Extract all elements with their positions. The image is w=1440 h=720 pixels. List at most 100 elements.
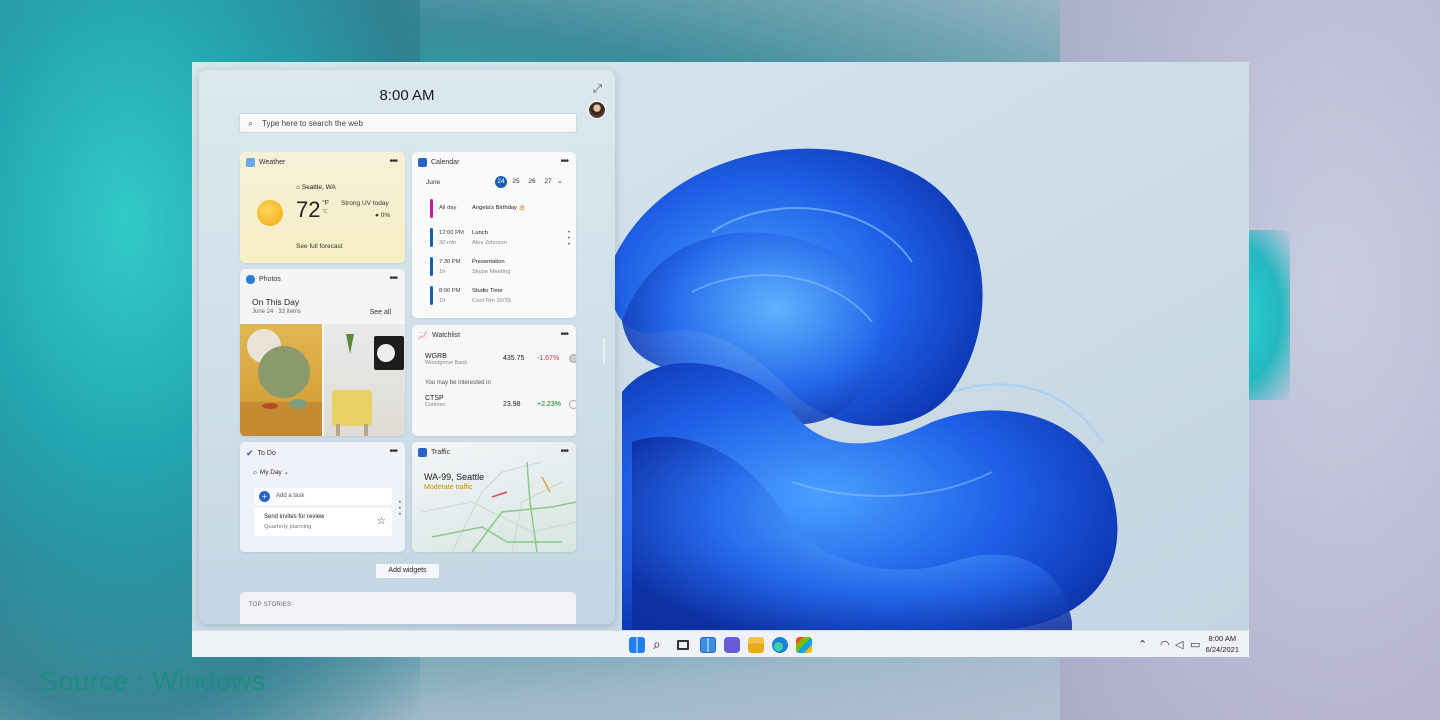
see-all-link[interactable]: See all (370, 309, 391, 316)
event-color-bar (430, 228, 433, 247)
chat-icon[interactable] (724, 637, 740, 653)
start-icon[interactable] (629, 637, 645, 653)
top-stories-label: TOP STORIES (249, 602, 292, 608)
todo-widget[interactable]: ✔ To Do ••• ☼ My Day ⌄ + Add a task Send… (240, 442, 405, 552)
weather-icon (246, 158, 255, 167)
calendar-title: Calendar (431, 159, 460, 166)
more-options-icon[interactable]: ••• (560, 156, 568, 167)
stock-row[interactable]: WGRB Woodgrove Bank 435.75 -1.67% (425, 353, 576, 366)
add-widgets-button[interactable]: Add widgets (375, 563, 440, 579)
stock-change: -1.67% (537, 355, 560, 362)
photos-heading: On This Day (252, 297, 300, 307)
more-options-icon[interactable]: ••• (560, 329, 568, 340)
event-color-bar (430, 286, 433, 305)
event-title: Angela's Birthday 🎂 (472, 205, 526, 211)
more-options-icon[interactable]: ••• (560, 446, 568, 457)
weather-location: ⌂ Seattle, WA (296, 184, 336, 191)
widgets-icon[interactable] (700, 637, 716, 653)
more-options-icon[interactable]: ••• (389, 446, 397, 457)
traffic-icon (418, 448, 427, 457)
event-time: 7:30 PM 1h (439, 259, 461, 275)
event-time: 12:00 PM 30 min (439, 230, 464, 246)
watchlist-title: Watchlist (431, 332, 461, 339)
add-task-label: Add a task (276, 493, 305, 499)
photos-title: Photos (259, 276, 281, 283)
todo-header: ✔ To Do (246, 448, 276, 459)
weather-temperature: 72 (296, 197, 321, 222)
taskbar-date: 6/24/2021 (1205, 645, 1239, 654)
add-stock-icon[interactable] (569, 400, 576, 409)
scroll-dots: • • • (567, 230, 570, 248)
battery-icon[interactable]: ▭ (1190, 638, 1200, 652)
panel-scrollbar[interactable] (603, 338, 605, 364)
traffic-map (421, 461, 576, 552)
weather-widget[interactable]: Weather ••• ⌂ Seattle, WA 72 °F °C Stron… (240, 152, 405, 263)
photos-widget[interactable]: Photos ••• On This Day June 24 33 items … (240, 269, 405, 436)
traffic-title: Traffic (431, 449, 451, 456)
taskbar-clock[interactable]: 8:00 AM 6/24/2021 (1206, 633, 1239, 655)
volume-icon[interactable]: ◁ (1175, 638, 1183, 652)
calendar-icon (418, 158, 427, 167)
traffic-road: WA-99, Seattle (424, 472, 485, 482)
expand-icon[interactable]: ⤢ (593, 83, 605, 95)
event-title: Presentation Skype Meeting (472, 259, 511, 275)
tray-chevron-icon[interactable]: ⌃ (1138, 638, 1147, 652)
edge-icon[interactable] (772, 637, 788, 653)
avatar[interactable] (588, 101, 606, 119)
wifi-icon[interactable]: ◠ (1160, 638, 1170, 652)
stock-status-icon (569, 354, 576, 363)
see-forecast-link[interactable]: See full forecast (296, 243, 343, 250)
more-options-icon[interactable]: ••• (389, 273, 397, 284)
photo-thumbnail[interactable] (240, 324, 322, 436)
more-options-icon[interactable]: ••• (389, 156, 397, 167)
stock-price: 23.98 (503, 401, 521, 408)
suggestion-label: You may be interested in (425, 380, 491, 386)
widgets-panel: 8:00 AM ⤢ ⌕ Weather ••• ⌂ Seattle, WA 72… (199, 70, 615, 624)
panel-time: 8:00 AM (379, 87, 435, 104)
desktop-screen: 8:00 AM ⤢ ⌕ Weather ••• ⌂ Seattle, WA 72… (192, 62, 1249, 657)
calendar-day[interactable]: 27 (542, 176, 554, 188)
raindrop-icon: ● (375, 212, 379, 219)
task-subtitle: Quarterly planning (264, 524, 312, 530)
chart-icon: 📈 (418, 331, 428, 340)
plus-icon: + (259, 491, 270, 502)
calendar-day[interactable]: 24 (495, 176, 507, 188)
weather-unit[interactable]: °F (322, 200, 329, 207)
traffic-status: Moderate traffic (424, 484, 473, 491)
traffic-widget[interactable]: Traffic ••• WA-99, Seattle Moderate traf… (412, 442, 576, 552)
stock-row[interactable]: CTSP Contoso 23.98 +2.23% (425, 395, 576, 409)
weather-unit-alt[interactable]: °C (322, 209, 328, 215)
store-icon[interactable] (796, 637, 812, 653)
chevron-down-icon[interactable]: ⌄ (557, 177, 563, 185)
calendar-day[interactable]: 26 (526, 176, 538, 188)
calendar-widget[interactable]: Calendar ••• June 24 25 26 27 ⌄ All day … (412, 152, 576, 318)
stock-price: 435.75 (503, 355, 525, 362)
watchlist-widget[interactable]: 📈 Watchlist ••• WGRB Woodgrove Bank 435.… (412, 325, 576, 436)
todo-list-selector[interactable]: ☼ My Day ⌄ (252, 468, 289, 476)
scroll-dots: • • • (398, 500, 401, 518)
weather-title: Weather (259, 159, 286, 166)
add-task-row[interactable]: + Add a task (254, 488, 392, 505)
top-stories-section[interactable]: TOP STORIES (240, 592, 576, 624)
search-box[interactable]: ⌕ (239, 113, 577, 133)
search-input[interactable] (262, 118, 562, 128)
traffic-header: Traffic (418, 448, 450, 457)
calendar-month: June (426, 179, 441, 186)
check-icon: ✔ (246, 448, 254, 458)
photos-subtitle: June 24 33 items (252, 309, 302, 315)
event-color-bar (430, 257, 433, 276)
star-icon[interactable]: ☆ (377, 516, 386, 527)
task-view-icon[interactable] (677, 640, 689, 650)
event-title: Studio Time Conf Rm 32/35 (472, 288, 511, 304)
file-explorer-icon[interactable] (748, 637, 764, 653)
sun-small-icon: ☼ (252, 469, 258, 476)
watchlist-header: 📈 Watchlist (418, 331, 460, 340)
task-item[interactable]: Send invites for review Quarterly planni… (254, 508, 392, 536)
source-caption: Source : Windows (40, 666, 266, 696)
search-icon: ⌕ (248, 117, 254, 128)
sun-icon (257, 200, 283, 226)
photo-thumbnail[interactable] (324, 324, 405, 436)
calendar-header: Calendar (418, 158, 459, 167)
calendar-day[interactable]: 25 (510, 176, 522, 188)
search-icon[interactable]: ⌕ (653, 637, 669, 653)
